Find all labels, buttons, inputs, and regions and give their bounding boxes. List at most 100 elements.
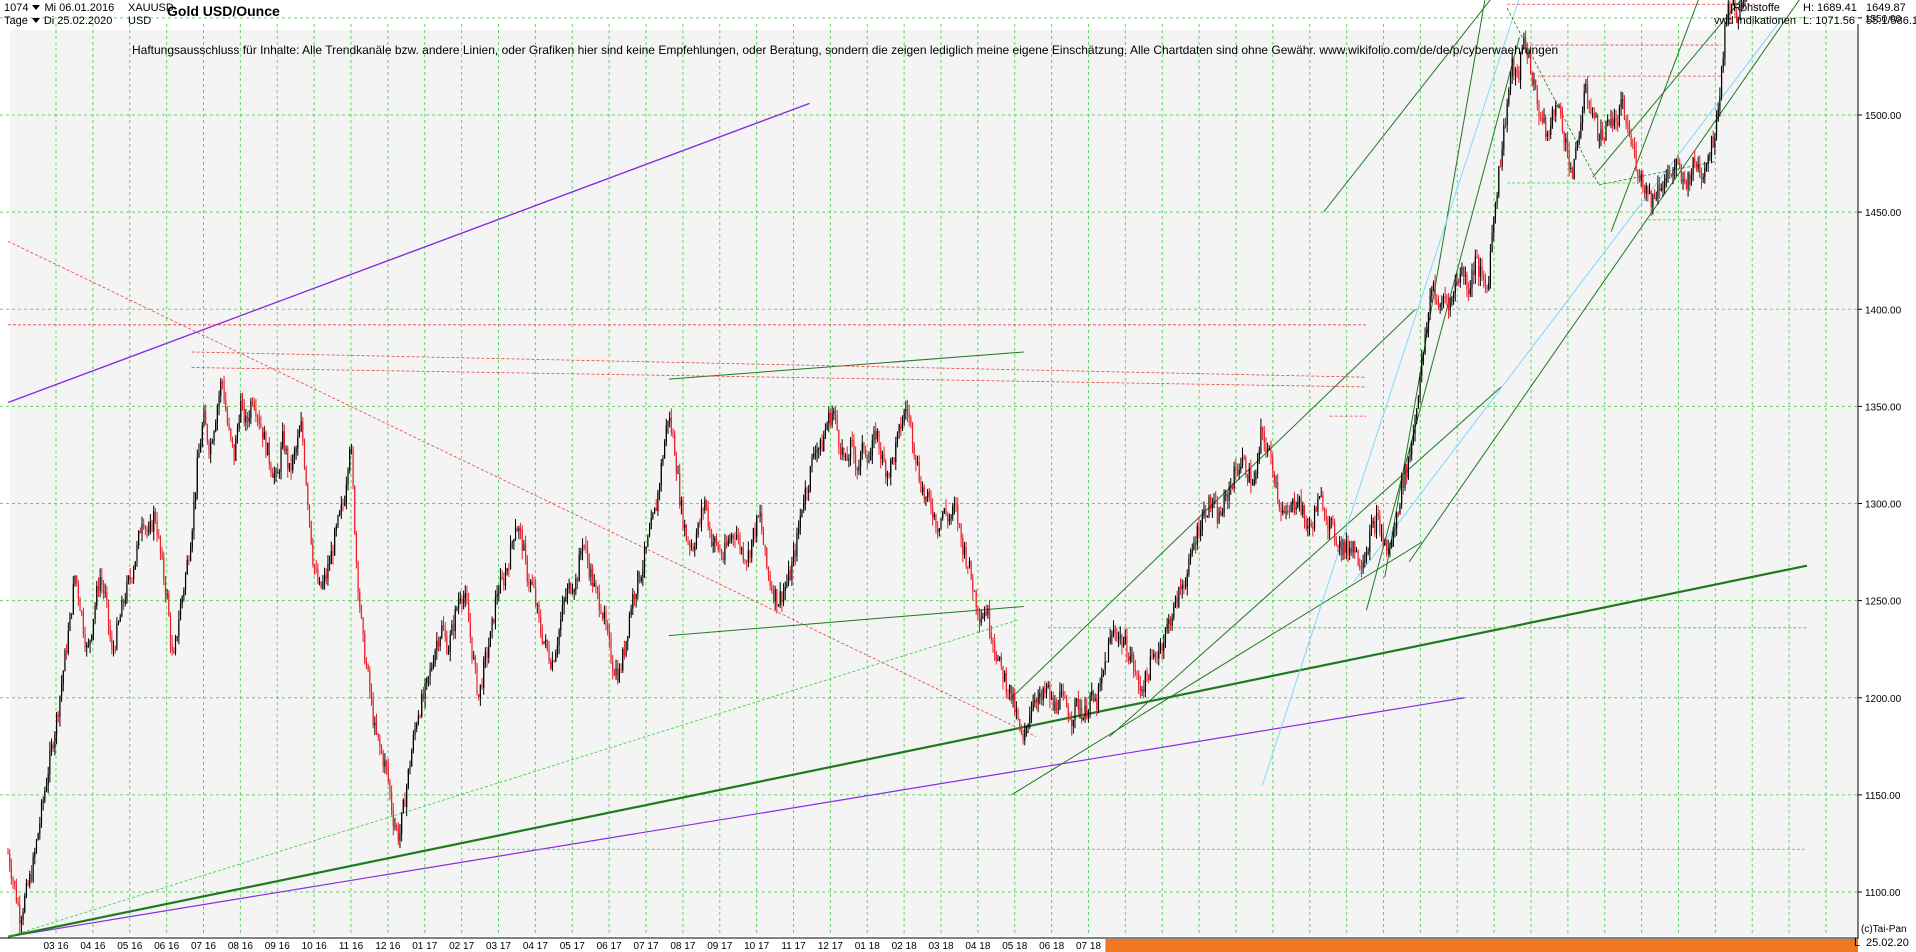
candle-body <box>235 438 237 461</box>
candle-body <box>1164 629 1167 643</box>
candle-body <box>473 657 475 659</box>
candle-body <box>702 508 704 511</box>
candle-body <box>905 409 907 412</box>
candle-body <box>337 515 339 527</box>
candle-body <box>483 659 485 688</box>
candle-body <box>875 430 877 440</box>
candle-body <box>389 780 391 793</box>
candle-body <box>7 853 9 854</box>
candle-body <box>1159 644 1162 651</box>
candle-body <box>645 546 647 549</box>
candle-body <box>1603 139 1605 141</box>
candle-body <box>50 744 53 751</box>
candle-body <box>930 498 932 508</box>
candle-body <box>1399 504 1401 514</box>
candle-body <box>761 512 763 531</box>
candle-body <box>380 746 383 753</box>
candle-body <box>868 460 870 463</box>
candle-body <box>752 528 754 540</box>
candle-body <box>1444 296 1446 297</box>
candle-body <box>1712 136 1714 148</box>
candle-body <box>174 638 177 654</box>
candle-body <box>489 631 492 647</box>
candle-body <box>278 471 280 474</box>
candle-body <box>722 557 724 560</box>
period-selector[interactable]: Tage <box>4 15 28 27</box>
candle-body <box>1463 267 1465 277</box>
candle-body <box>362 617 364 635</box>
candle-body <box>588 560 590 578</box>
candle-body <box>1111 635 1113 638</box>
candle-body <box>1099 683 1101 687</box>
candle-body <box>1000 656 1002 667</box>
candle-body <box>672 432 674 435</box>
candle-body <box>99 577 101 591</box>
candle-body <box>1278 499 1280 508</box>
candle-body <box>9 853 11 867</box>
candle-body <box>908 413 910 418</box>
candle-body <box>1446 296 1448 300</box>
candle-body <box>112 648 115 650</box>
candle-body <box>1267 449 1269 452</box>
candle-body <box>1377 513 1379 516</box>
x-tick-label: 06 17 <box>597 941 622 952</box>
candle-body <box>891 457 894 460</box>
candle-body <box>1669 172 1671 174</box>
candle-body <box>305 467 307 485</box>
candle-body <box>1662 188 1664 189</box>
candle-body <box>287 448 289 469</box>
candle-body <box>496 593 498 598</box>
candle-body <box>308 505 311 522</box>
candle-body <box>1027 723 1029 727</box>
candle-body <box>808 489 810 493</box>
candle-body <box>602 613 604 619</box>
candle-body <box>715 537 718 543</box>
candle-body <box>1265 443 1267 452</box>
candle-body <box>784 586 786 591</box>
candle-body <box>154 511 157 521</box>
candle-body <box>1307 525 1309 529</box>
candle-body <box>1543 117 1545 123</box>
candle-body <box>302 421 304 443</box>
candle-body <box>422 693 425 699</box>
candle-body <box>1225 494 1227 496</box>
candle-body <box>513 539 515 543</box>
chevron-down-icon[interactable] <box>31 18 40 23</box>
candle-body <box>1228 487 1230 501</box>
candle-body <box>354 486 356 534</box>
candle-body <box>551 660 553 669</box>
candle-body <box>1168 619 1170 625</box>
candle-body <box>558 630 560 646</box>
candle-body <box>231 437 234 445</box>
y-tick-label: 1350.00 <box>1865 402 1902 413</box>
candle-body <box>367 665 369 671</box>
candle-body <box>635 594 637 599</box>
candle-body <box>1277 481 1279 500</box>
candle-body <box>200 444 202 453</box>
candle-body <box>1151 656 1153 658</box>
candle-body <box>449 634 451 653</box>
candle-body <box>166 594 168 595</box>
candle-body <box>843 447 845 457</box>
candle-body <box>131 578 133 580</box>
candle-body <box>1186 574 1188 587</box>
candle-body <box>377 733 379 738</box>
candle-body <box>1533 79 1535 85</box>
candle-body <box>1442 296 1445 304</box>
candle-body <box>101 577 103 585</box>
candle-body <box>1481 266 1483 277</box>
candle-body <box>268 442 270 464</box>
candle-body <box>727 540 729 546</box>
candle-body <box>1538 104 1540 117</box>
candle-body <box>173 651 175 654</box>
candle-body <box>1092 690 1095 702</box>
candle-body <box>1513 57 1515 77</box>
candle-body <box>1352 541 1354 553</box>
candle-body <box>943 508 945 513</box>
candle-body <box>1149 656 1151 680</box>
scale-mode[interactable]: L <box>1854 937 1860 950</box>
chevron-down-icon[interactable] <box>32 5 41 10</box>
candlestick-chart[interactable]: 1100.00 1150.00 1200.00 1250.00 1300.00 1350.… <box>0 0 1916 952</box>
candle-body <box>893 457 895 463</box>
candle-body <box>1329 519 1331 531</box>
